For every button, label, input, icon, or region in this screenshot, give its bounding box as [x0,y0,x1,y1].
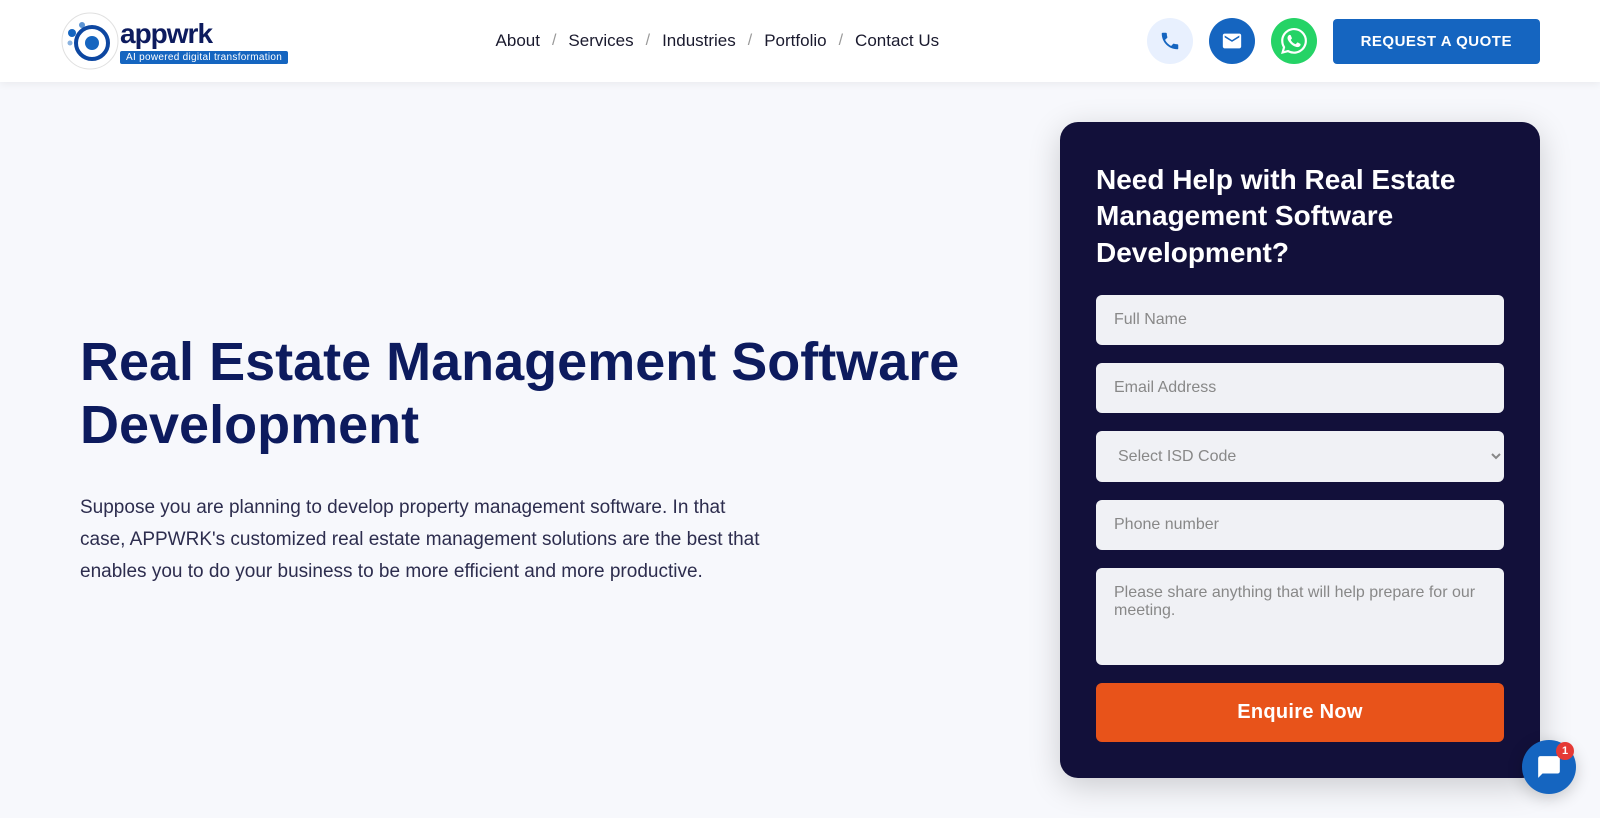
site-header: appwrk AI powered digital transformation… [0,0,1600,82]
message-textarea[interactable] [1096,568,1504,665]
logo-tagline: AI powered digital transformation [120,51,288,64]
chat-bubble-button[interactable]: 1 [1522,740,1576,794]
phone-icon [1159,30,1181,52]
main-nav: About / Services / Industries / Portfoli… [486,31,950,51]
nav-about[interactable]: About [486,31,550,51]
nav-contact[interactable]: Contact Us [845,31,949,51]
email-input[interactable] [1096,363,1504,413]
hero-section: Real Estate Management Software Developm… [0,82,1060,818]
hero-title: Real Estate Management Software Developm… [80,331,1000,455]
whatsapp-icon-button[interactable] [1271,18,1317,64]
whatsapp-icon [1281,28,1307,54]
nav-sep-4: / [839,32,843,50]
nav-industries[interactable]: Industries [652,31,746,51]
nav-portfolio[interactable]: Portfolio [754,31,836,51]
hero-description: Suppose you are planning to develop prop… [80,492,760,589]
form-title: Need Help with Real Estate Management So… [1096,162,1504,271]
nav-sep-3: / [748,32,752,50]
fullname-input[interactable] [1096,295,1504,345]
request-quote-button[interactable]: REQUEST A QUOTE [1333,19,1540,64]
phone-icon-button[interactable] [1147,18,1193,64]
header-icons: REQUEST A QUOTE [1147,18,1540,64]
logo[interactable]: appwrk AI powered digital transformation [60,11,288,71]
nav-sep-2: / [646,32,650,50]
logo-name: appwrk [120,18,288,50]
chat-icon [1536,754,1562,780]
phone-input[interactable] [1096,500,1504,550]
nav-sep-1: / [552,32,556,50]
logo-text: appwrk AI powered digital transformation [120,18,288,64]
nav-services[interactable]: Services [558,31,643,51]
chat-badge: 1 [1556,742,1574,760]
email-icon [1221,30,1243,52]
enquire-now-button[interactable]: Enquire Now [1096,683,1504,742]
main-content: Real Estate Management Software Developm… [0,82,1600,818]
contact-form-panel: Need Help with Real Estate Management So… [1060,122,1540,778]
logo-icon [60,11,120,71]
email-icon-button[interactable] [1209,18,1255,64]
isd-code-select[interactable]: Select ISD Code [1096,431,1504,482]
